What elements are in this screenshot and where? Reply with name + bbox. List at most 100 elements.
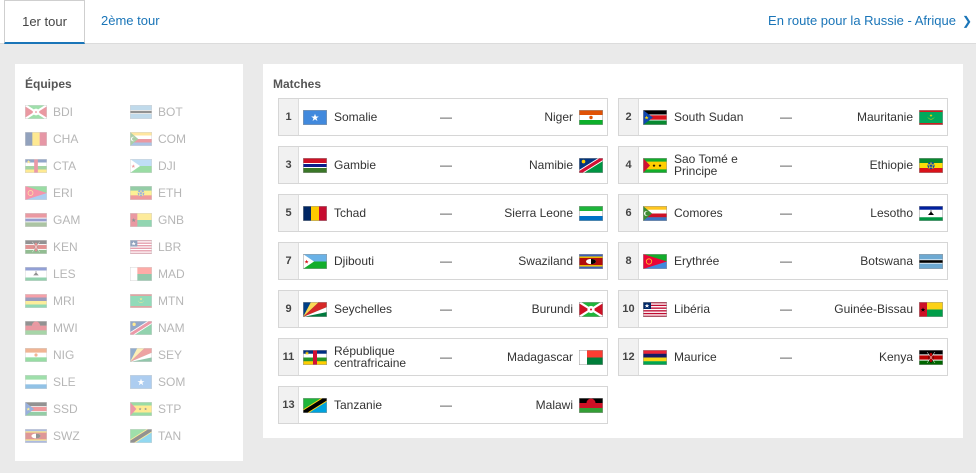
team-code: NAM bbox=[158, 320, 185, 335]
match-row[interactable]: 3 Gambie — Namibie bbox=[278, 146, 608, 184]
match-separator: — bbox=[440, 110, 452, 124]
match-number: 6 bbox=[619, 195, 639, 231]
flag-nam-icon bbox=[579, 157, 603, 173]
team-item-gam[interactable]: GAM bbox=[25, 206, 130, 233]
route-link-label: En route pour la Russie - Afrique bbox=[768, 13, 956, 28]
match-number: 8 bbox=[619, 243, 639, 279]
match-separator: — bbox=[780, 206, 792, 220]
route-link[interactable]: En route pour la Russie - Afrique ❯ bbox=[768, 0, 972, 44]
away-team-name: Madagascar bbox=[506, 350, 573, 364]
team-item-ssd[interactable]: SSD bbox=[25, 395, 130, 422]
home-team: Somalie bbox=[299, 109, 435, 125]
flag-tan-icon bbox=[130, 428, 152, 443]
tab-second-round[interactable]: 2ème tour bbox=[101, 0, 160, 44]
team-item-mri[interactable]: MRI bbox=[25, 287, 130, 314]
flag-swz-icon bbox=[25, 428, 47, 443]
team-code: STP bbox=[158, 401, 182, 416]
match-separator: — bbox=[780, 302, 792, 316]
team-item-bdi[interactable]: BDI bbox=[25, 98, 130, 125]
away-team: Ethiopie bbox=[797, 157, 947, 173]
match-number: 13 bbox=[279, 387, 299, 423]
team-code: LBR bbox=[158, 239, 182, 254]
flag-les-icon bbox=[919, 205, 943, 221]
team-code: ETH bbox=[158, 185, 182, 200]
matches-title: Matches bbox=[273, 77, 322, 91]
match-row[interactable]: 6 Comores — Lesotho bbox=[618, 194, 948, 232]
flag-eth-icon bbox=[130, 185, 152, 200]
team-item-dji[interactable]: DJI bbox=[130, 152, 235, 179]
team-code: LES bbox=[53, 266, 76, 281]
match-number: 5 bbox=[279, 195, 299, 231]
match-separator: — bbox=[780, 254, 792, 268]
team-code: TAN bbox=[158, 428, 182, 443]
team-item-les[interactable]: LES bbox=[25, 260, 130, 287]
match-row[interactable]: 5 Tchad — Sierra Leone bbox=[278, 194, 608, 232]
team-item-ken[interactable]: KEN bbox=[25, 233, 130, 260]
team-item-eth[interactable]: ETH bbox=[130, 179, 235, 206]
away-team-name: Lesotho bbox=[870, 206, 913, 220]
team-code: BDI bbox=[53, 104, 74, 119]
match-row[interactable]: 2 South Sudan — Mauritanie bbox=[618, 98, 948, 136]
flag-stp-icon bbox=[643, 157, 667, 173]
flag-nig-icon bbox=[25, 347, 47, 362]
match-row[interactable]: 4 Sao Tomé e Principe — Ethiopie bbox=[618, 146, 948, 184]
away-team: Malawi bbox=[457, 397, 607, 413]
team-item-mtn[interactable]: MTN bbox=[130, 287, 235, 314]
team-code: SOM bbox=[158, 374, 186, 389]
team-item-mwi[interactable]: MWI bbox=[25, 314, 130, 341]
flag-som-icon bbox=[303, 109, 327, 125]
flag-sle-icon bbox=[579, 205, 603, 221]
home-team-name: Seychelles bbox=[334, 302, 393, 316]
team-item-lbr[interactable]: LBR bbox=[130, 233, 235, 260]
team-item-com[interactable]: COM bbox=[130, 125, 235, 152]
team-item-cha[interactable]: CHA bbox=[25, 125, 130, 152]
match-row[interactable]: 12 Maurice — Kenya bbox=[618, 338, 948, 376]
home-team-name: Sao Tomé e Principe bbox=[674, 152, 738, 178]
flag-mri-icon bbox=[25, 293, 47, 308]
team-item-eri[interactable]: ERI bbox=[25, 179, 130, 206]
home-team-name: Somalie bbox=[334, 110, 378, 124]
match-row[interactable]: 9 Seychelles — Burundi bbox=[278, 290, 608, 328]
away-team-name: Swaziland bbox=[518, 254, 573, 268]
team-item-cta[interactable]: CTA bbox=[25, 152, 130, 179]
flag-nig-icon bbox=[579, 109, 603, 125]
flag-mtn-icon bbox=[919, 109, 943, 125]
match-row[interactable]: 11 République centrafricaine — Madagascar bbox=[278, 338, 608, 376]
team-item-sey[interactable]: SEY bbox=[130, 341, 235, 368]
match-row[interactable]: 13 Tanzanie — Malawi bbox=[278, 386, 608, 424]
team-item-som[interactable]: SOM bbox=[130, 368, 235, 395]
home-team: Maurice bbox=[639, 349, 775, 365]
match-separator: — bbox=[440, 206, 452, 220]
match-separator: — bbox=[780, 110, 792, 124]
flag-nam-icon bbox=[130, 320, 152, 335]
team-item-sle[interactable]: SLE bbox=[25, 368, 130, 395]
away-team-name: Malawi bbox=[535, 398, 573, 412]
team-item-gnb[interactable]: GNB bbox=[130, 206, 235, 233]
match-separator: — bbox=[440, 158, 452, 172]
away-team: Lesotho bbox=[797, 205, 947, 221]
match-number: 2 bbox=[619, 99, 639, 135]
teams-panel: Équipes BDI BOT CHA COM CTA DJI ERI ETH GAM GNB KE… bbox=[15, 64, 243, 461]
flag-mwi-icon bbox=[579, 397, 603, 413]
flag-com-icon bbox=[643, 205, 667, 221]
match-row[interactable]: 7 Djibouti — Swaziland bbox=[278, 242, 608, 280]
match-row[interactable]: 1 Somalie — Niger bbox=[278, 98, 608, 136]
flag-ssd-icon bbox=[25, 401, 47, 416]
team-item-tan[interactable]: TAN bbox=[130, 422, 235, 449]
team-item-swz[interactable]: SWZ bbox=[25, 422, 130, 449]
flag-les-icon bbox=[25, 266, 47, 281]
match-row[interactable]: 10 Libéria — Guinée-Bissau bbox=[618, 290, 948, 328]
flag-bot-icon bbox=[919, 253, 943, 269]
team-item-stp[interactable]: STP bbox=[130, 395, 235, 422]
team-item-bot[interactable]: BOT bbox=[130, 98, 235, 125]
home-team: République centrafricaine bbox=[299, 345, 435, 369]
team-code: DJI bbox=[158, 158, 176, 173]
home-team-name: South Sudan bbox=[674, 110, 744, 124]
match-row[interactable]: 8 Erythrée — Botswana bbox=[618, 242, 948, 280]
team-code: MRI bbox=[53, 293, 75, 308]
match-separator: — bbox=[780, 350, 792, 364]
tab-first-round[interactable]: 1er tour bbox=[4, 0, 85, 44]
team-item-nam[interactable]: NAM bbox=[130, 314, 235, 341]
team-item-mad[interactable]: MAD bbox=[130, 260, 235, 287]
team-item-nig[interactable]: NIG bbox=[25, 341, 130, 368]
